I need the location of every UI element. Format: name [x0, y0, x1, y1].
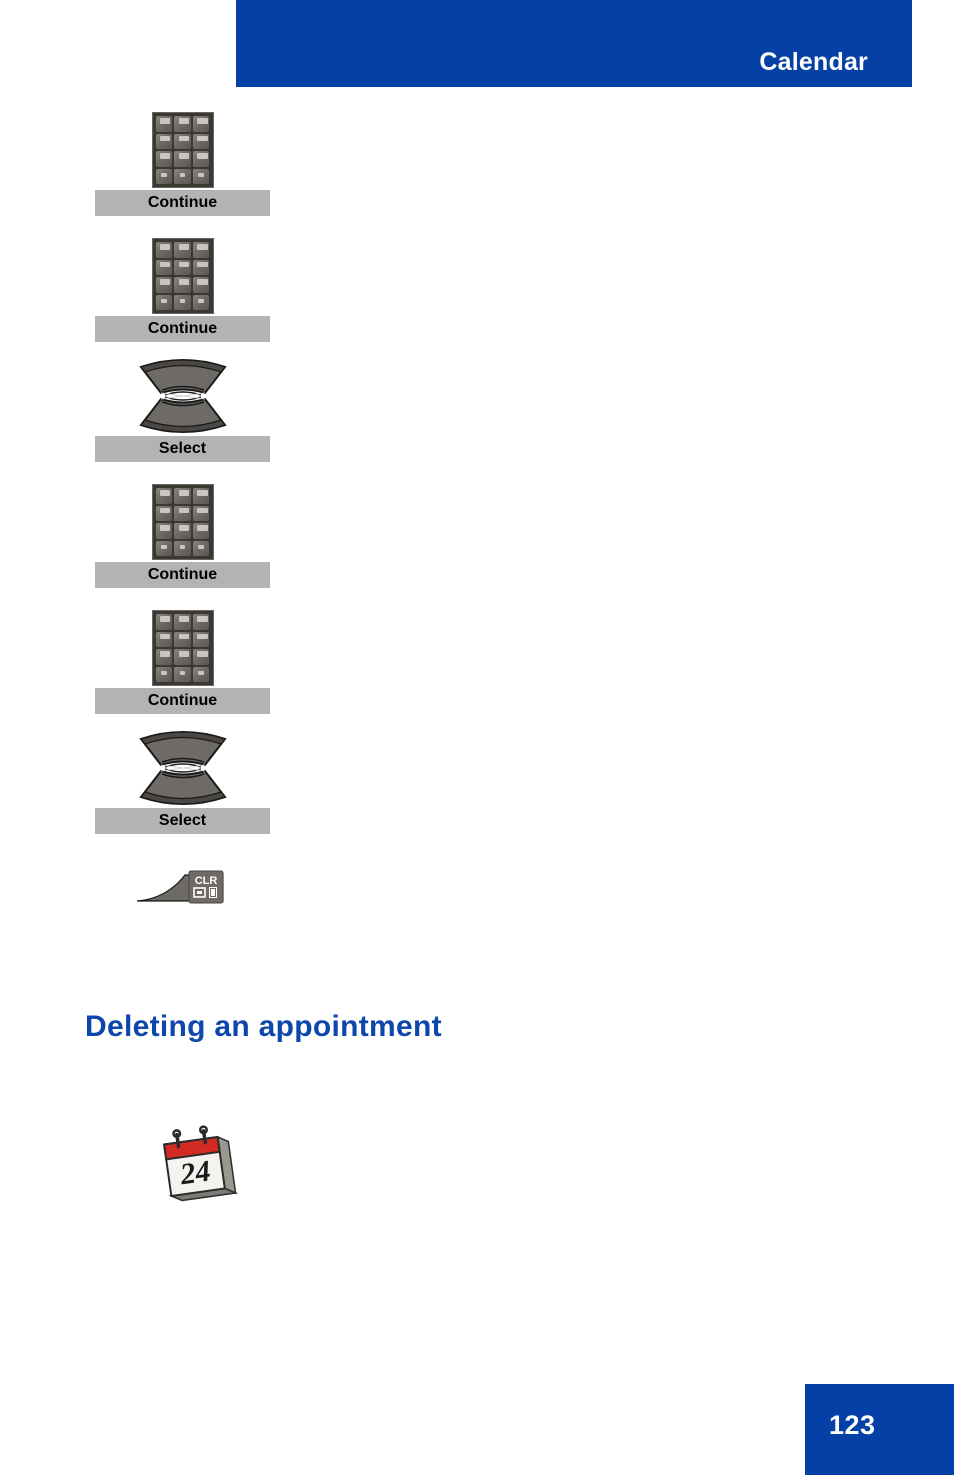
step-icon-container: [0, 110, 954, 190]
step-item: Select: [0, 356, 954, 462]
step-item: Continue: [0, 608, 954, 714]
keypad-icon: [151, 484, 214, 560]
step-icon-container: [0, 608, 954, 688]
section-heading: Deleting an appointment: [85, 1010, 442, 1043]
clr-key-icon: CLR: [133, 867, 233, 909]
step-icon-container: [0, 728, 954, 808]
calendar-day-number: 24: [177, 1154, 212, 1191]
keypad-icon: [151, 610, 214, 686]
navigation-key-icon: [135, 729, 231, 807]
step-label-box: Select: [95, 808, 270, 834]
page-header-title: Calendar: [759, 48, 868, 76]
navigation-key-icon: [135, 357, 231, 435]
step-label-box: Continue: [95, 562, 270, 588]
footer-page-box: 123: [805, 1384, 954, 1475]
step-icon-container: [0, 356, 954, 436]
step-item: CLR: [0, 848, 954, 928]
page-number: 123: [829, 1410, 876, 1440]
step-label-box: Continue: [95, 688, 270, 714]
step-item: Select: [0, 728, 954, 834]
step-item: Continue: [0, 482, 954, 588]
keypad-icon: [151, 112, 214, 188]
page-header-bar: Calendar: [236, 0, 912, 87]
step-label-box: Select: [95, 436, 270, 462]
calendar-24-icon: 24: [152, 1122, 244, 1214]
keypad-icon: [151, 238, 214, 314]
step-item: Continue: [0, 110, 954, 216]
step-label-box: Continue: [95, 190, 270, 216]
step-label-box: Continue: [95, 316, 270, 342]
procedure-step-list: Continue Continue Select Continue Contin…: [0, 110, 954, 928]
step-icon-container: [0, 482, 954, 562]
step-icon-container: CLR: [0, 848, 954, 928]
clr-key-label: CLR: [194, 875, 217, 887]
step-item: Continue: [0, 236, 954, 342]
step-icon-container: [0, 236, 954, 316]
